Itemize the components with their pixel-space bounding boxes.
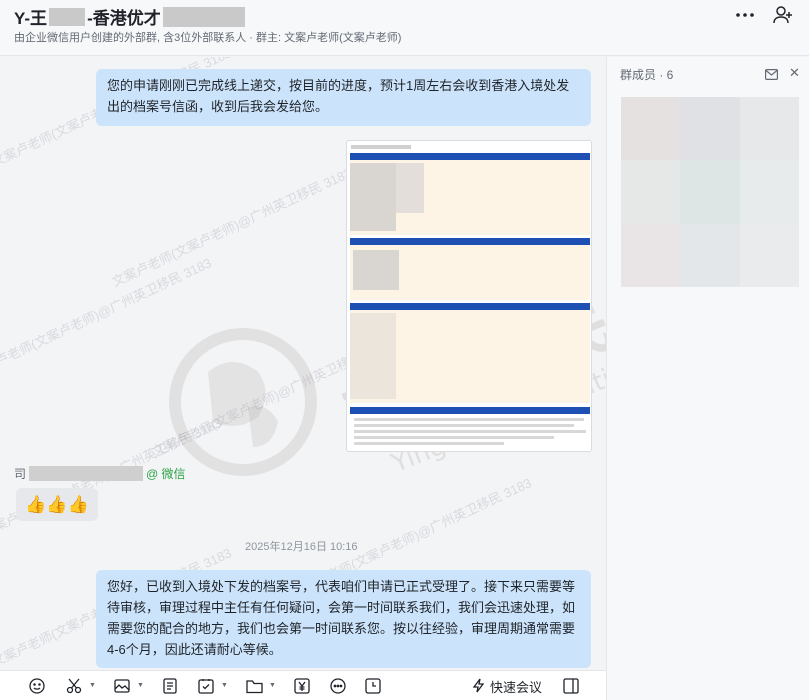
message-area[interactable]: 文案卢老师(文案卢老师)@广州英卫移民 3183 文案卢老师(文案卢老师)@广州… [0, 57, 606, 670]
message-timestamp: 2025年12月16日 10:16 [245, 541, 358, 553]
doc-section-4 [350, 407, 590, 451]
watermark-text: 文案卢老师(文案卢老师)@广州英卫移民 3183 [109, 165, 354, 290]
sender-name: 司 @ 微信 [14, 465, 186, 482]
wechat-tag: @ 微信 [146, 467, 186, 481]
member-avatar[interactable] [680, 223, 740, 287]
doc-section-header [350, 153, 590, 160]
doc-redacted-block [350, 313, 396, 399]
quick-meeting-button[interactable]: 快速会议 [472, 677, 542, 696]
member-avatar[interactable] [621, 223, 681, 287]
doc-redacted-block [396, 163, 424, 213]
close-icon[interactable]: ✕ [789, 65, 800, 81]
group-title-prefix: Y-王 [14, 9, 48, 28]
input-toolbar: ▼ ▼ ▼ ▼ 快速会议 [0, 670, 606, 700]
payment-icon[interactable] [292, 677, 312, 695]
member-avatar[interactable] [680, 97, 740, 161]
chevron-down-icon[interactable]: ▼ [221, 682, 228, 689]
folder-icon[interactable] [244, 677, 264, 695]
member-avatar[interactable] [621, 97, 681, 161]
doc-caption-line [351, 145, 411, 149]
doc-text-line [354, 442, 504, 445]
redacted-title-block [162, 6, 245, 27]
redacted-name-block [49, 7, 86, 26]
chevron-down-icon[interactable]: ▼ [137, 682, 144, 689]
doc-text-line [354, 418, 584, 421]
mail-icon[interactable] [765, 67, 779, 81]
message-bubble-1[interactable]: 您的申请刚刚已完成线上递交，按目前的进度，预计1周左右会收到香港入境处发出的档案… [96, 69, 591, 126]
more-options-icon[interactable] [732, 4, 758, 26]
emoji-icon[interactable] [27, 677, 47, 695]
quick-meeting-label: 快速会议 [490, 680, 543, 695]
doc-section-header [350, 407, 590, 414]
doc-redacted-block [350, 163, 396, 231]
member-avatar[interactable] [680, 160, 740, 224]
clock-icon[interactable] [363, 677, 383, 695]
group-subtitle: 由企业微信用户创建的外部群, 含3位外部联系人 · 群主: 文案卢老师(文案卢老… [14, 32, 402, 44]
watermark-text: 文案卢老师(文案卢老师)@广州英卫移民 3183 [0, 255, 214, 380]
document-image-attachment[interactable] [346, 140, 592, 452]
lightning-icon [472, 678, 485, 696]
member-avatar[interactable] [739, 97, 799, 161]
chevron-down-icon[interactable]: ▼ [269, 682, 276, 689]
member-avatar[interactable] [621, 160, 681, 224]
doc-section-header [350, 238, 590, 245]
group-title: Y-王 -香港优才 [14, 4, 245, 29]
image-icon[interactable] [112, 677, 132, 695]
message-bubble-2[interactable]: 您好，已收到入境处下发的档案号，代表咱们申请已正式受理了。接下来只需要等待审核，… [96, 570, 591, 668]
chat-header: Y-王 -香港优才 由企业微信用户创建的外部群, 含3位外部联系人 · 群主: … [0, 0, 809, 56]
group-title-middle: -香港优才 [87, 9, 161, 28]
member-avatar[interactable] [739, 160, 799, 224]
thumbs-up-message[interactable]: 👍👍👍 [16, 488, 98, 521]
member-avatar[interactable] [739, 223, 799, 287]
member-avatar-grid[interactable] [621, 97, 799, 287]
task-icon[interactable] [196, 677, 216, 695]
chat-bubble-icon[interactable] [328, 677, 348, 695]
doc-section-2 [350, 238, 590, 300]
sender-name-prefix: 司 [14, 467, 27, 481]
document-icon[interactable] [160, 677, 180, 695]
redacted-sender-block [29, 466, 144, 481]
doc-text-line [354, 430, 586, 433]
doc-redacted-block [353, 250, 399, 290]
doc-text-line [354, 436, 554, 439]
doc-section-1 [350, 153, 590, 235]
doc-section-header [350, 303, 590, 310]
chevron-down-icon[interactable]: ▼ [89, 682, 96, 689]
add-member-icon[interactable] [770, 4, 796, 26]
scissors-icon[interactable] [64, 677, 84, 695]
members-panel: 群成员 · 6 ✕ [606, 57, 809, 700]
members-count-label: 群成员 · 6 [620, 68, 674, 82]
doc-text-line [354, 424, 574, 427]
doc-section-3 [350, 303, 590, 403]
side-panel-toggle-icon[interactable] [561, 677, 581, 695]
